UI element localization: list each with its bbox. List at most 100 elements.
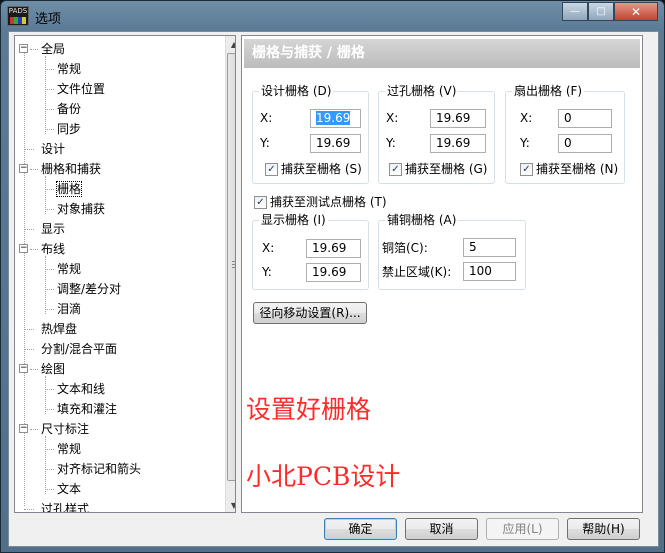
checkbox-label: 捕获至测试点栅格 (T)	[270, 195, 387, 209]
group-title: 铺铜栅格 (A)	[385, 212, 459, 228]
tree-item-label: 过孔样式	[41, 502, 90, 513]
y-label: Y:	[520, 136, 530, 150]
via-grid-x-field[interactable]: 19.69	[430, 109, 486, 128]
tree-item-fill-and-flood[interactable]: 填充和灌注	[45, 399, 117, 419]
tree-item-dim-text[interactable]: 文本	[45, 479, 81, 499]
tree-item-grids-and-snap[interactable]: − 栅格和捕获	[19, 159, 101, 179]
window-title: 选项	[35, 12, 62, 27]
ok-button[interactable]: 确定	[324, 518, 397, 540]
y-label: Y:	[262, 265, 272, 279]
title-bar[interactable]: PADS 选项 — □ ✕	[1, 1, 664, 31]
tree-item-routing-general[interactable]: 常规	[45, 259, 81, 279]
pads-logo-icon: PADS	[7, 6, 29, 26]
design-grid-y-field[interactable]: 19.69	[310, 134, 361, 153]
tree-scrollbar[interactable]: ▲ ▼	[225, 36, 235, 512]
tree-item-drafting[interactable]: − 绘图	[19, 359, 65, 379]
copper-label: 铜箔(C):	[382, 241, 428, 255]
scrollbar-thumb[interactable]	[227, 53, 235, 481]
keepout-grid-field[interactable]: 100	[463, 262, 516, 281]
tree-item-grids[interactable]: 栅格	[45, 179, 83, 199]
checkbox-label: 捕获至栅格 (G)	[405, 162, 488, 176]
tree-item-global[interactable]: − 全局	[19, 39, 65, 59]
tree-item-tuning-diff-pairs[interactable]: 调整/差分对	[45, 279, 121, 299]
tree-item-sync[interactable]: 同步	[45, 119, 81, 139]
tree-item-file-locations[interactable]: 文件位置	[45, 79, 105, 99]
tree-item-label: 栅格和捕获	[41, 162, 102, 176]
via-grid-group: 过孔栅格 (V) X: 19.69 Y: 19.69 ✓ 捕获至栅格 (G)	[378, 83, 495, 184]
fanout-grid-y-field[interactable]: 0	[558, 134, 612, 153]
group-title: 扇出栅格 (F)	[512, 83, 585, 99]
tree-item-thermals[interactable]: 热焊盘	[24, 319, 77, 339]
settings-panel: 栅格与捕获 / 栅格 设计栅格 (D) X: 19.69 Y: 19.69 ✓ …	[241, 35, 643, 513]
tree-item-label: 备份	[57, 102, 82, 116]
group-title: 过孔栅格 (V)	[385, 83, 459, 99]
collapse-icon[interactable]: −	[19, 164, 28, 173]
design-grid-group: 设计栅格 (D) X: 19.69 Y: 19.69 ✓ 捕获至栅格 (S)	[252, 83, 369, 184]
design-grid-snap-checkbox[interactable]: ✓ 捕获至栅格 (S)	[265, 161, 362, 177]
copper-pour-grid-group: 铺铜栅格 (A) 铜箔(C): 5 禁止区域(K): 100	[378, 212, 526, 290]
tree-item-label: 常规	[57, 62, 82, 76]
collapse-icon[interactable]: −	[19, 244, 28, 253]
collapse-icon[interactable]: −	[19, 44, 28, 53]
category-tree[interactable]: − 全局 常规 文件位置 备份 同步 设计 − 栅格和捕获 栅格 对象捕获 显示…	[14, 35, 236, 513]
apply-button[interactable]: 应用(L)	[486, 518, 559, 540]
tree-item-backup[interactable]: 备份	[45, 99, 81, 119]
radial-move-setup-button[interactable]: 径向移动设置(R)...	[253, 302, 367, 324]
tree-item-split-mixed-plane[interactable]: 分割/混合平面	[24, 339, 117, 359]
tree-item-display[interactable]: 显示	[24, 219, 65, 239]
display-grid-y-field[interactable]: 19.69	[306, 263, 361, 282]
fanout-grid-group: 扇出栅格 (F) X: 0 Y: 0 ✓ 捕获至栅格 (N)	[505, 83, 625, 184]
close-button[interactable]: ✕	[614, 2, 658, 21]
via-grid-y-field[interactable]: 19.69	[430, 134, 486, 153]
via-grid-snap-checkbox[interactable]: ✓ 捕获至栅格 (G)	[389, 161, 487, 177]
display-grid-group: 显示栅格 (I) X: 19.69 Y: 19.69	[252, 212, 369, 290]
annotation-text: 设置好栅格	[246, 395, 372, 424]
help-button[interactable]: 帮助(H)	[567, 518, 640, 540]
x-label: X:	[260, 111, 273, 125]
tree-item-label: 全局	[41, 42, 66, 56]
tree-item-dimensioning[interactable]: − 尺寸标注	[19, 419, 89, 439]
display-grid-x-field[interactable]: 19.69	[306, 239, 361, 258]
checkmark-icon: ✓	[254, 195, 267, 209]
checkmark-icon: ✓	[389, 162, 402, 176]
design-grid-x-field[interactable]: 19.69	[310, 109, 361, 128]
testpoint-snap-checkbox[interactable]: ✓ 捕获至测试点栅格 (T)	[254, 194, 387, 210]
tree-item-text-and-lines[interactable]: 文本和线	[45, 379, 105, 399]
x-label: X:	[262, 241, 275, 255]
y-label: Y:	[260, 136, 270, 150]
tree-item-general[interactable]: 常规	[45, 59, 81, 79]
tree-item-teardrops[interactable]: 泪滴	[45, 299, 81, 319]
tree-item-object-snap[interactable]: 对象捕获	[45, 199, 105, 219]
scroll-up-icon[interactable]: ▲	[226, 36, 235, 53]
caption-buttons: — □ ✕	[562, 2, 658, 21]
minimize-button[interactable]: —	[562, 2, 588, 21]
annotation-text: 小北PCB设计	[246, 462, 401, 491]
tree-item-label: 泪滴	[57, 302, 82, 316]
fanout-grid-snap-checkbox[interactable]: ✓ 捕获至栅格 (N)	[520, 161, 618, 177]
fanout-grid-x-field[interactable]: 0	[558, 109, 612, 128]
tree-item-label: 文本	[57, 482, 82, 496]
dialog-client-area: − 全局 常规 文件位置 备份 同步 设计 − 栅格和捕获 栅格 对象捕获 显示…	[8, 31, 659, 547]
maximize-button[interactable]: □	[588, 2, 614, 21]
tree-item-label: 对齐标记和箭头	[57, 462, 142, 476]
collapse-icon[interactable]: −	[19, 424, 28, 433]
group-title: 设计栅格 (D)	[259, 83, 334, 99]
scroll-down-icon[interactable]: ▼	[226, 497, 235, 512]
copper-grid-field[interactable]: 5	[463, 238, 516, 257]
tree-item-design[interactable]: 设计	[24, 139, 65, 159]
tree-item-label: 栅格	[55, 181, 83, 197]
tree-item-alignment-arrows[interactable]: 对齐标记和箭头	[45, 459, 141, 479]
tree-item-label: 文件位置	[57, 82, 106, 96]
group-title: 显示栅格 (I)	[259, 212, 328, 228]
options-dialog: PADS 选项 — □ ✕ − 全局 常规 文件位置 备份 同步 设计 − 栅格…	[0, 0, 665, 553]
collapse-icon[interactable]: −	[19, 364, 28, 373]
tree-item-label: 对象捕获	[57, 202, 106, 216]
tree-item-via-styles[interactable]: 过孔样式	[24, 499, 90, 513]
tree-item-label: 布线	[41, 242, 66, 256]
x-label: X:	[520, 111, 533, 125]
tree-item-label: 文本和线	[57, 382, 106, 396]
checkmark-icon: ✓	[265, 162, 278, 176]
tree-item-dim-general[interactable]: 常规	[45, 439, 81, 459]
cancel-button[interactable]: 取消	[405, 518, 478, 540]
tree-item-routing[interactable]: − 布线	[19, 239, 65, 259]
